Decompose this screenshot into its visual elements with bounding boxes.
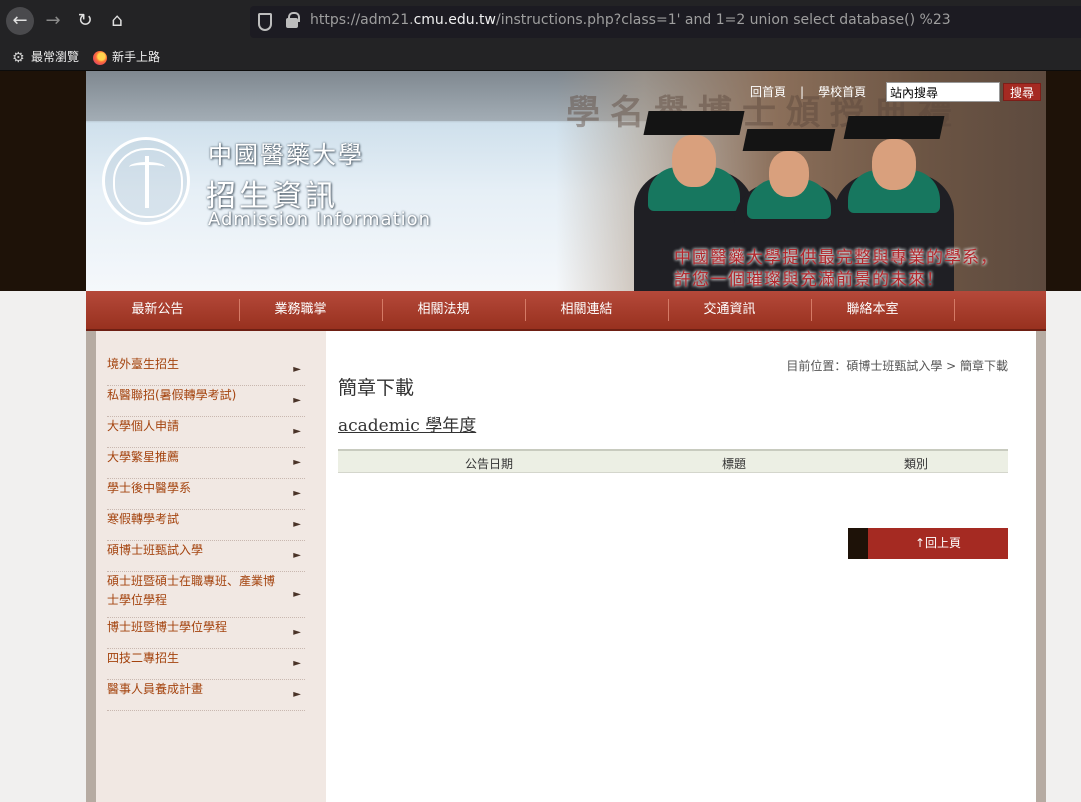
- chevron-right-icon: ►: [293, 364, 301, 375]
- sidebar-item-label: 醫事人員養成計畫: [107, 682, 204, 696]
- school-name: 中國醫藥大學: [208, 141, 364, 169]
- url-prefix: https://adm21.: [310, 12, 414, 28]
- top-links: 回首頁 | 學校首頁: [750, 83, 866, 100]
- firefox-icon: [93, 50, 107, 65]
- chevron-right-icon: ►: [293, 689, 301, 700]
- web-page: 學名譽博士頒授典禮 中國醫藥大學 招生資訊 Admission Informat…: [0, 71, 1081, 802]
- bookmark-getting-started[interactable]: 新手上路: [93, 48, 160, 65]
- chevron-right-icon: ►: [293, 426, 301, 437]
- sidebar-item-private-joint[interactable]: 私醫聯招(暑假轉學考試) ►: [107, 386, 305, 417]
- browser-toolbar: ← → ↻ ⌂ https://adm21.cmu.edu.tw/instruc…: [0, 0, 1081, 44]
- sidebar-item-label: 四技二專招生: [107, 651, 180, 665]
- chevron-right-icon: ►: [293, 488, 301, 499]
- link-separator: |: [800, 85, 805, 99]
- chevron-right-icon: ►: [293, 627, 301, 638]
- sidebar-item-star-plan[interactable]: 大學繁星推薦 ►: [107, 448, 305, 479]
- back-to-top-label: ↑回上頁: [914, 536, 962, 550]
- chevron-right-icon: ►: [293, 457, 301, 468]
- sidebar-item-overseas[interactable]: 境外臺生招生 ►: [107, 355, 305, 386]
- nav-divider: [954, 299, 955, 321]
- nav-news[interactable]: 最新公告: [86, 291, 229, 329]
- column-header-title: 標題: [722, 457, 747, 471]
- university-seal-logo[interactable]: [102, 137, 190, 225]
- bookmarks-bar: ⚙ 最常瀏覽 新手上路: [0, 44, 1081, 71]
- academic-year-title: academic 學年度: [338, 416, 477, 436]
- sidebar-item-label: 寒假轉學考試: [107, 512, 180, 526]
- sidebar-item-graduate-screening[interactable]: 碩博士班甄試入學 ►: [107, 541, 305, 572]
- forward-arrow-icon[interactable]: →: [39, 7, 67, 35]
- header-banner: 學名譽博士頒授典禮 中國醫藥大學 招生資訊 Admission Informat…: [86, 71, 1046, 291]
- gear-icon: ⚙: [12, 49, 25, 66]
- address-bar[interactable]: https://adm21.cmu.edu.tw/instructions.ph…: [250, 6, 1081, 38]
- back-to-top-button[interactable]: ↑回上頁: [848, 528, 1008, 559]
- home-icon[interactable]: ⌂: [103, 7, 131, 35]
- nav-regulations[interactable]: 相關法規: [372, 291, 515, 329]
- sidebar-item-individual-application[interactable]: 大學個人申請 ►: [107, 417, 305, 448]
- chevron-right-icon: ►: [293, 550, 301, 561]
- chevron-right-icon: ►: [293, 588, 301, 600]
- main-content: 目前位置：碩博士班甄試入學 > 簡章下載 簡章下載 academic 學年度 公…: [326, 331, 1036, 802]
- sidebar: 境外臺生招生 ► 私醫聯招(暑假轉學考試) ► 大學個人申請 ► 大學繁星推薦 ► 學士…: [96, 331, 326, 802]
- nav-transport[interactable]: 交通資訊: [658, 291, 801, 329]
- home-link[interactable]: 回首頁: [750, 83, 786, 100]
- page-title: 簡章下載: [338, 377, 415, 399]
- sidebar-item-label: 學士後中醫學系: [107, 481, 192, 495]
- nav-duties[interactable]: 業務職掌: [229, 291, 372, 329]
- sidebar-item-post-bacc-tcm[interactable]: 學士後中醫學系 ►: [107, 479, 305, 510]
- chevron-right-icon: ►: [293, 519, 301, 530]
- sidebar-item-label: 大學繁星推薦: [107, 450, 180, 464]
- button-accent: [848, 528, 868, 559]
- shield-icon[interactable]: [258, 13, 272, 31]
- chevron-right-icon: ►: [293, 658, 301, 669]
- url-text[interactable]: https://adm21.cmu.edu.tw/instructions.ph…: [310, 12, 951, 28]
- url-path: /instructions.php?class=1' and 1=2 union…: [495, 12, 951, 28]
- sidebar-item-medical-personnel[interactable]: 醫事人員養成計畫 ►: [107, 680, 305, 711]
- sidebar-item-label: 碩士班暨碩士在職專班、產業博士學位學程: [107, 574, 276, 607]
- sidebar-item-label: 博士班暨博士學位學程: [107, 620, 228, 634]
- sidebar-item-technical-colleges[interactable]: 四技二專招生 ►: [107, 649, 305, 680]
- sidebar-item-masters-programs[interactable]: 碩士班暨碩士在職專班、產業博士學位學程 ►: [107, 572, 305, 618]
- reload-icon[interactable]: ↻: [71, 7, 99, 35]
- bookmark-label: 最常瀏覽: [31, 50, 80, 64]
- sidebar-item-label: 大學個人申請: [107, 419, 180, 433]
- bookmark-most-visited[interactable]: ⚙ 最常瀏覽: [12, 48, 79, 65]
- announcement-table-header: 公告日期 標題 類別: [338, 449, 1008, 473]
- school-home-link[interactable]: 學校首頁: [818, 83, 866, 100]
- slogan-line-2: 許您一個璀璨與充滿前景的未來！: [674, 270, 944, 290]
- nav-contact[interactable]: 聯絡本室: [801, 291, 944, 329]
- sidebar-item-label: 境外臺生招生: [107, 357, 180, 371]
- site-search-input[interactable]: [886, 82, 1000, 102]
- bookmark-label: 新手上路: [112, 50, 161, 64]
- sidebar-item-winter-transfer[interactable]: 寒假轉學考試 ►: [107, 510, 305, 541]
- search-button[interactable]: 搜尋: [1003, 83, 1041, 101]
- column-header-date: 公告日期: [465, 457, 514, 471]
- nav-links[interactable]: 相關連結: [515, 291, 658, 329]
- site-title-en: Admission Information: [208, 209, 432, 230]
- chevron-right-icon: ►: [293, 395, 301, 406]
- url-host: cmu.edu.tw: [413, 12, 496, 28]
- back-arrow-icon[interactable]: ←: [6, 7, 34, 35]
- sidebar-item-label: 私醫聯招(暑假轉學考試): [107, 388, 237, 402]
- main-nav: 最新公告 業務職掌 相關法規 相關連結 交通資訊 聯絡本室: [86, 291, 1046, 331]
- sidebar-item-doctoral-programs[interactable]: 博士班暨博士學位學程 ►: [107, 618, 305, 649]
- sidebar-item-label: 碩博士班甄試入學: [107, 543, 204, 557]
- column-header-category: 類別: [904, 457, 929, 471]
- lock-icon[interactable]: [286, 12, 300, 28]
- breadcrumb: 目前位置：碩博士班甄試入學 > 簡章下載: [786, 359, 1008, 373]
